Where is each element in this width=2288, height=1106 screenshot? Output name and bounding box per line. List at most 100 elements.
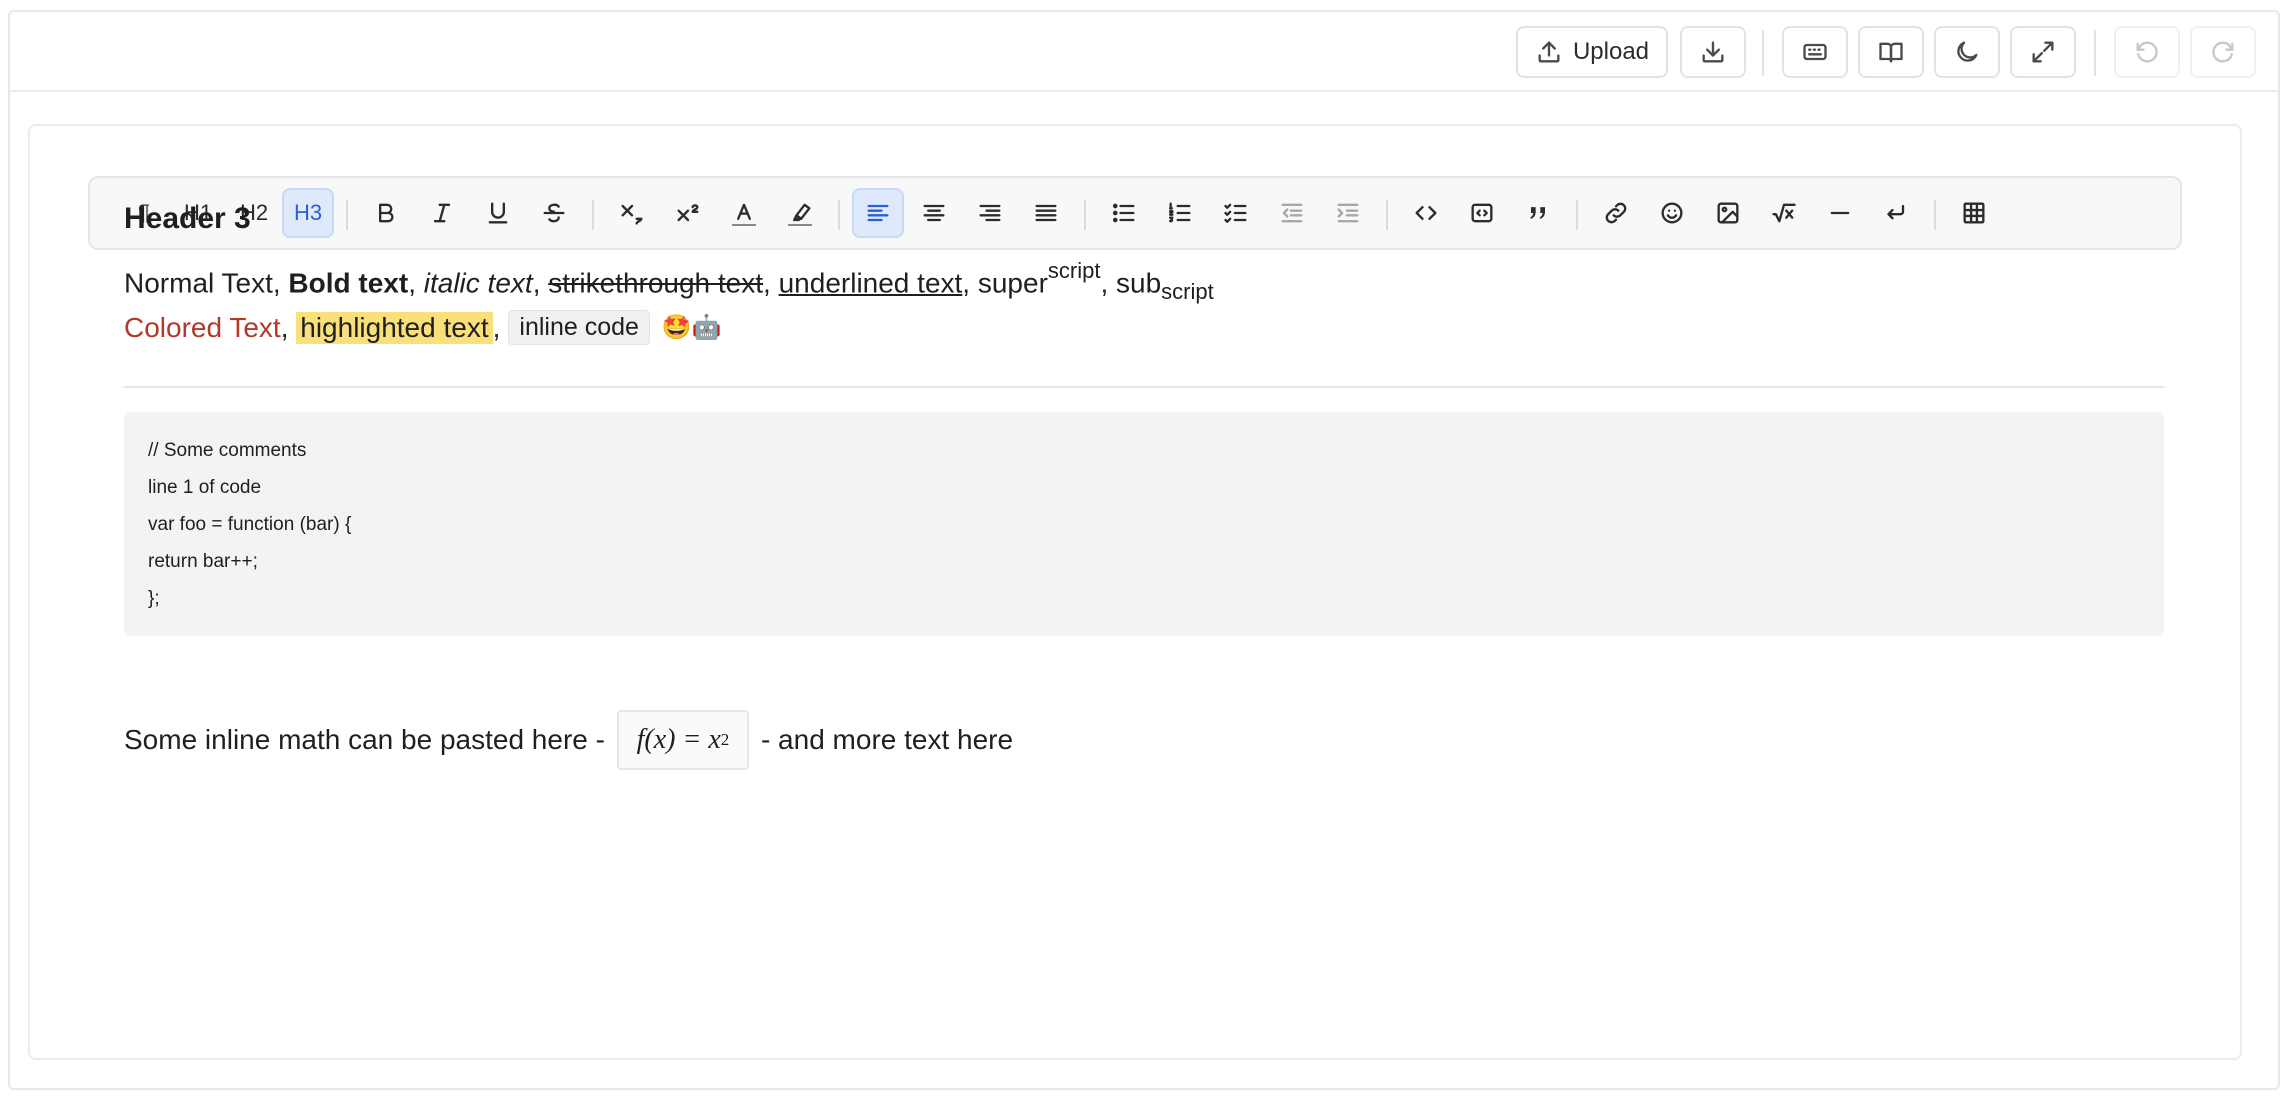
highlight-button[interactable] — [774, 188, 826, 238]
keyboard-icon — [1803, 43, 1827, 61]
subscript-base: , sub — [1100, 267, 1162, 299]
toolbar-divider — [1084, 200, 1086, 230]
math-button[interactable] — [1758, 188, 1810, 238]
highlighter-icon — [793, 203, 811, 222]
toolbar-divider — [592, 200, 594, 230]
undo-button[interactable] — [2114, 26, 2180, 78]
separator: , — [408, 267, 424, 299]
link-button[interactable] — [1590, 188, 1642, 238]
code-line: // Some comments — [148, 440, 307, 461]
align-justify-icon — [1035, 204, 1057, 222]
code-line: line 1 of code — [148, 477, 262, 498]
align-center-button[interactable] — [908, 188, 960, 238]
colored-text: Colored Text — [124, 311, 281, 343]
code-icon — [1415, 206, 1437, 220]
table-button[interactable] — [1948, 188, 2000, 238]
hard-break-button[interactable] — [1870, 188, 1922, 238]
math-text-before: Some inline math can be pasted here - — [124, 724, 605, 755]
strikethrough-button[interactable] — [528, 188, 580, 238]
format-toolbar: ¶ H1 H2 H3 — [88, 176, 2182, 250]
upload-button[interactable]: Upload — [1516, 26, 1668, 78]
superscript-text: script — [1047, 258, 1101, 283]
subscript-icon — [621, 204, 643, 225]
square-root-icon — [1772, 203, 1796, 223]
smiley-icon — [1661, 202, 1683, 224]
toolbar-divider — [346, 200, 348, 230]
align-center-icon — [923, 204, 945, 222]
bold-button[interactable] — [360, 188, 412, 238]
table-icon — [1963, 202, 1985, 224]
horizontal-rule-button[interactable] — [1814, 188, 1866, 238]
math-text-after: - and more text here — [760, 724, 1014, 755]
align-justify-button[interactable] — [1020, 188, 1072, 238]
separator: , — [763, 267, 779, 299]
download-button[interactable] — [1680, 26, 1746, 78]
bold-text: Bold text — [288, 267, 409, 299]
book-button[interactable] — [1858, 26, 1924, 78]
task-list-button[interactable] — [1210, 188, 1262, 238]
fullscreen-button[interactable] — [2010, 26, 2076, 78]
ordered-list-button[interactable] — [1154, 188, 1206, 238]
underlined-text: underlined text — [778, 267, 963, 299]
normal-text: Normal Text, — [124, 267, 289, 299]
outdent-icon — [1281, 203, 1303, 223]
top-toolbar: Upload — [10, 12, 2278, 92]
math-formula: f(x) = x — [636, 724, 721, 755]
h3-label: H3 — [293, 200, 323, 225]
text-color-icon — [737, 203, 751, 220]
code-block: // Some comments line 1 of code var foo … — [124, 412, 2164, 636]
italic-icon — [433, 203, 451, 223]
book-open-icon — [1879, 42, 1903, 63]
align-left-button[interactable] — [852, 188, 904, 238]
styled-text-line: Colored Text, highlighted text, inline co… — [124, 310, 722, 345]
inline-code: inline code — [508, 310, 650, 345]
inline-math[interactable]: f(x) = x2 — [616, 710, 749, 770]
redo-button[interactable] — [2190, 26, 2256, 78]
download-icon — [1702, 41, 1724, 63]
blockquote-button[interactable] — [1512, 188, 1564, 238]
toolbar-divider — [1934, 200, 1936, 230]
superscript-button[interactable] — [662, 188, 714, 238]
return-icon — [1887, 204, 1905, 220]
subscript-button[interactable] — [606, 188, 658, 238]
indent-icon — [1337, 203, 1359, 223]
upload-icon — [1538, 41, 1560, 63]
toolbar-divider — [2094, 30, 2096, 76]
horizontal-rule — [124, 386, 2164, 388]
keyboard-button[interactable] — [1782, 26, 1848, 78]
code-block-icon — [1471, 203, 1493, 223]
underline-icon — [488, 202, 508, 224]
h3-button[interactable]: H3 — [282, 188, 334, 238]
separator: , — [492, 311, 501, 343]
subscript-text: script — [1161, 278, 1214, 304]
emoji-button[interactable] — [1646, 188, 1698, 238]
code-line: var foo = function (bar) { — [148, 514, 352, 535]
indent-button[interactable] — [1322, 188, 1374, 238]
code-line: return bar++; — [148, 551, 258, 572]
dark-mode-button[interactable] — [1934, 26, 2000, 78]
moon-icon — [1957, 41, 1978, 62]
code-block-button[interactable] — [1456, 188, 1508, 238]
math-exponent: 2 — [720, 730, 730, 749]
text-color-swatch — [732, 224, 756, 226]
strikethrough-icon — [543, 203, 565, 223]
outdent-button[interactable] — [1266, 188, 1318, 238]
quote-icon — [1530, 207, 1545, 219]
ordered-list-icon — [1168, 202, 1191, 223]
superscript-icon — [677, 204, 699, 222]
italic-text: italic text — [423, 267, 533, 299]
code-line: }; — [148, 588, 160, 609]
formatted-text-line: Normal Text, Bold text, italic text, str… — [124, 258, 1214, 305]
underline-button[interactable] — [472, 188, 524, 238]
redo-icon — [2212, 41, 2234, 63]
inline-code-button[interactable] — [1400, 188, 1452, 238]
toolbar-divider — [838, 200, 840, 230]
image-icon — [1717, 202, 1739, 224]
italic-button[interactable] — [416, 188, 468, 238]
superscript-base: , super — [962, 267, 1048, 299]
align-right-button[interactable] — [964, 188, 1016, 238]
strikethrough-text: strikethrough text — [548, 267, 764, 299]
bullet-list-button[interactable] — [1098, 188, 1150, 238]
image-button[interactable] — [1702, 188, 1754, 238]
text-color-button[interactable] — [718, 188, 770, 238]
